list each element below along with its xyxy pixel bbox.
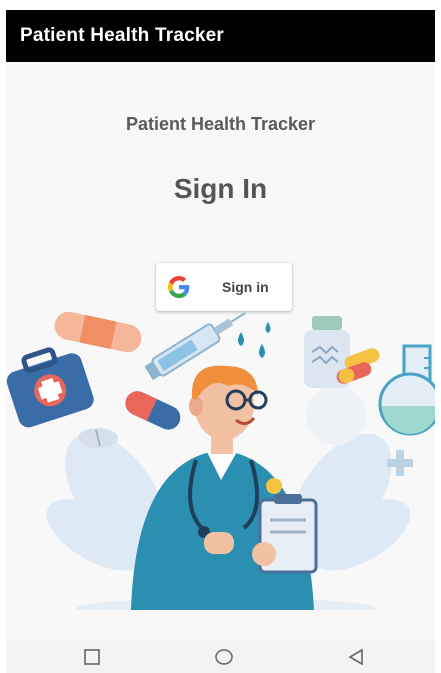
app-bar-title: Patient Health Tracker [20, 25, 224, 46]
google-g-icon [168, 276, 190, 298]
home-circle-icon[interactable] [214, 649, 234, 665]
app-bar: Patient Health Tracker [6, 10, 435, 62]
bandage-icon [54, 311, 142, 353]
sign-in-heading: Sign In [173, 173, 268, 204]
back-triangle-icon[interactable] [346, 649, 366, 665]
google-sign-in-label: Sign in [222, 279, 269, 295]
app-name-subtitle: Patient Health Tracker [125, 114, 316, 134]
system-navigation-bar [6, 641, 435, 673]
doctor-medical-illustration [6, 311, 435, 610]
capsule-pill-icon [125, 391, 181, 430]
google-sign-in-button[interactable]: Sign in [156, 263, 292, 311]
phone-screen: Patient Health Tracker Patient Health Tr… [6, 10, 435, 673]
recents-square-icon[interactable] [82, 649, 102, 665]
flask-icon [378, 344, 435, 436]
first-aid-kit-icon [6, 347, 94, 428]
water-drops [238, 322, 271, 358]
tablet-pill-icon [78, 428, 118, 448]
